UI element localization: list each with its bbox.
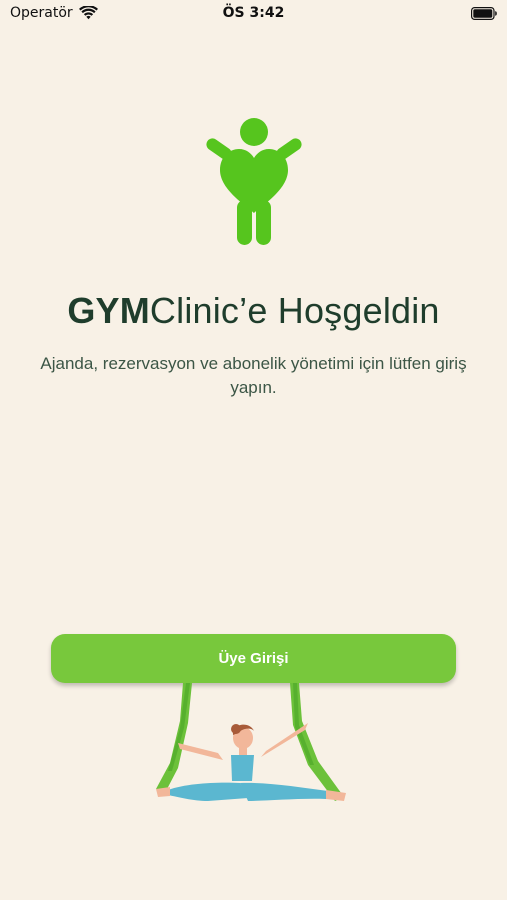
person-heart-logo-icon [206, 118, 302, 245]
welcome-title-rest: Clinic’e Hoşgeldin [149, 290, 440, 331]
clock: ÖS 3:42 [222, 5, 285, 21]
welcome-title: GYMClinic’e Hoşgeldin [0, 290, 507, 332]
brand-name: GYM [67, 290, 150, 331]
status-bar: Operatör ÖS 3:42 [0, 0, 507, 28]
member-login-button[interactable]: Üye Girişi [51, 634, 456, 683]
welcome-subtitle: Ajanda, rezervasyon ve abonelik yönetimi… [40, 354, 467, 397]
battery-icon [471, 7, 497, 20]
aerial-yoga-illustration [156, 683, 346, 801]
